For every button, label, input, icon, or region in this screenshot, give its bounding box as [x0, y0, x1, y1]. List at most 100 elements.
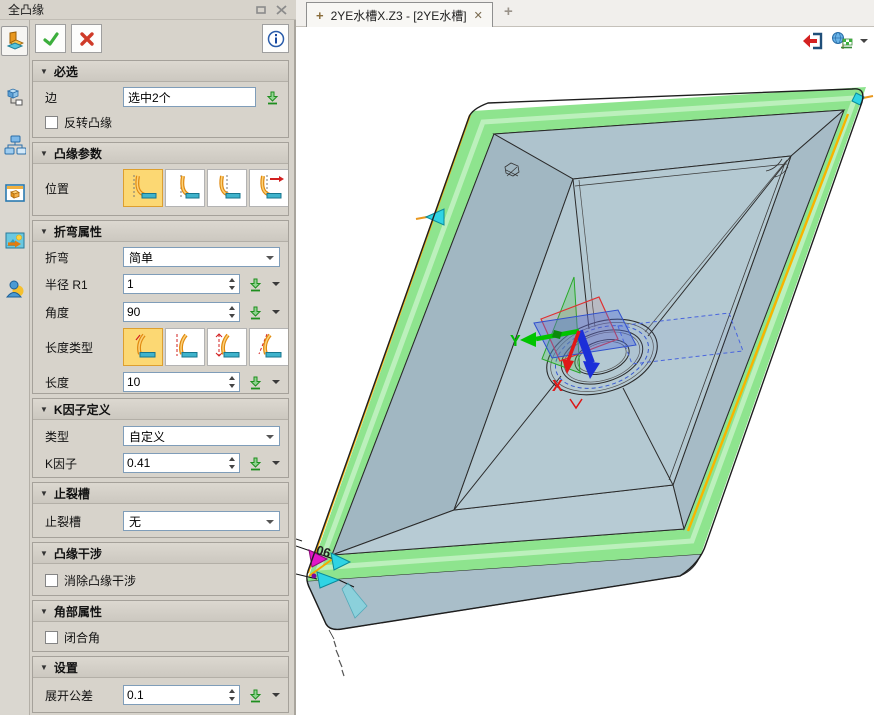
- angle-input[interactable]: [124, 303, 228, 321]
- relief-dropdown[interactable]: 无: [123, 511, 280, 531]
- radius-input[interactable]: [124, 275, 228, 293]
- section-flange-params-header[interactable]: ▼ 凸缘参数: [33, 143, 288, 164]
- length-type-label: 长度类型: [45, 339, 123, 356]
- k-factor-input[interactable]: [124, 454, 228, 472]
- spin-down-icon[interactable]: [225, 695, 238, 703]
- length-type-2-icon: [169, 332, 201, 362]
- k-type-label: 类型: [45, 428, 123, 445]
- model-viewport[interactable]: Y X 90: [296, 27, 874, 715]
- k-type-value: 自定义: [129, 428, 165, 445]
- chevron-down-icon[interactable]: [272, 693, 280, 697]
- section-flange-params: ▼凸缘参数 位置: [32, 142, 289, 216]
- reverse-flange-checkbox[interactable]: [45, 116, 58, 129]
- k-type-dropdown[interactable]: 自定义: [123, 426, 280, 446]
- flatten-tolerance-input[interactable]: [124, 686, 228, 704]
- position-option-1-button[interactable]: [123, 169, 163, 207]
- flatten-tolerance-stepper[interactable]: [123, 685, 240, 705]
- cancel-button[interactable]: [71, 24, 102, 53]
- spin-up-icon[interactable]: [225, 304, 238, 312]
- exit-environment-icon[interactable]: [802, 31, 824, 51]
- spin-up-icon[interactable]: [225, 276, 238, 284]
- sidebar-item-history-tree[interactable]: [1, 130, 28, 160]
- section-title: 凸缘参数: [54, 145, 102, 162]
- sidebar-item-user-role[interactable]: [1, 274, 28, 304]
- section-bend-props-header[interactable]: ▼折弯属性: [33, 221, 288, 242]
- sidebar-item-sheet-metal-flange[interactable]: [1, 26, 28, 56]
- import-value-icon[interactable]: [248, 277, 263, 292]
- position-option-2-button[interactable]: [165, 169, 205, 207]
- edge-selection-input[interactable]: [123, 87, 256, 107]
- import-selection-icon[interactable]: [265, 90, 280, 105]
- bend-label: 折弯: [45, 249, 123, 266]
- radius-label: 半径 R1: [45, 276, 123, 293]
- section-settings-header[interactable]: ▼设置: [33, 657, 288, 678]
- section-corner-header[interactable]: ▼角部属性: [33, 601, 288, 622]
- section-relief-header[interactable]: ▼止裂槽: [33, 483, 288, 504]
- new-tab-button[interactable]: +: [504, 3, 513, 20]
- flange-position-2-icon: [169, 173, 201, 203]
- flange-position-3-icon: [211, 173, 243, 203]
- section-settings: ▼设置 展开公差: [32, 656, 289, 713]
- length-type-1-button[interactable]: [123, 328, 163, 366]
- position-option-3-button[interactable]: [207, 169, 247, 207]
- sidebar-item-datum-browser[interactable]: [1, 82, 28, 112]
- spin-up-icon[interactable]: [225, 455, 238, 463]
- close-corner-checkbox[interactable]: [45, 631, 58, 644]
- section-required-header[interactable]: ▼必选: [33, 61, 288, 82]
- chevron-down-icon[interactable]: [272, 282, 280, 286]
- remove-interference-checkbox[interactable]: [45, 574, 58, 587]
- section-interference-header[interactable]: ▼凸缘干涉: [33, 543, 288, 564]
- import-value-icon[interactable]: [248, 305, 263, 320]
- length-type-3-button[interactable]: [207, 328, 247, 366]
- spin-down-icon[interactable]: [225, 463, 238, 471]
- collapse-icon: ▼: [40, 489, 48, 498]
- chevron-down-icon[interactable]: [272, 461, 280, 465]
- length-type-2-button[interactable]: [165, 328, 205, 366]
- tab-close-icon[interactable]: ✕: [474, 9, 483, 22]
- spin-up-icon[interactable]: [225, 687, 238, 695]
- collapse-icon: ▼: [40, 149, 48, 158]
- document-tabbar: + 2YE水槽X.Z3 - [2YE水槽] ✕ +: [296, 0, 874, 27]
- bend-type-dropdown[interactable]: 简单: [123, 247, 280, 267]
- close-corner-label: 闭合角: [64, 629, 100, 646]
- length-type-4-button[interactable]: [249, 328, 289, 366]
- model-canvas[interactable]: Y X 90: [296, 27, 874, 715]
- restore-icon[interactable]: [256, 5, 267, 15]
- chevron-down-icon[interactable]: [860, 39, 868, 43]
- spin-down-icon[interactable]: [225, 312, 238, 320]
- remove-interference-label: 消除凸缘干涉: [64, 572, 136, 589]
- tab-title: 2YE水槽X.Z3 - [2YE水槽]: [331, 7, 467, 24]
- length-stepper[interactable]: [123, 372, 240, 392]
- sidebar-item-visualization[interactable]: [1, 226, 28, 256]
- chevron-down-icon[interactable]: [272, 380, 280, 384]
- radius-stepper[interactable]: [123, 274, 240, 294]
- section-title: K因子定义: [54, 401, 111, 418]
- spin-up-icon[interactable]: [225, 374, 238, 382]
- close-icon[interactable]: [276, 5, 287, 15]
- import-value-icon[interactable]: [248, 456, 263, 471]
- spin-down-icon[interactable]: [225, 284, 238, 292]
- length-input[interactable]: [124, 373, 228, 391]
- collapse-icon: ▼: [40, 607, 48, 616]
- handle-anchor-dot: [312, 574, 317, 579]
- import-value-icon[interactable]: [248, 688, 263, 703]
- sidebar-item-view-window[interactable]: [1, 178, 28, 208]
- info-button[interactable]: [262, 24, 289, 53]
- spin-down-icon[interactable]: [225, 382, 238, 390]
- dialog-title: 全凸缘: [8, 1, 44, 18]
- reverse-flange-label: 反转凸缘: [64, 114, 112, 131]
- import-value-icon[interactable]: [248, 375, 263, 390]
- section-bend-props: ▼折弯属性 折弯 简单 半径 R1 角度 长度类型: [32, 220, 289, 394]
- document-tab-active[interactable]: + 2YE水槽X.Z3 - [2YE水槽] ✕: [306, 2, 493, 27]
- angle-stepper[interactable]: [123, 302, 240, 322]
- render-target-icon[interactable]: [830, 31, 854, 51]
- ok-button[interactable]: [35, 24, 66, 53]
- k-factor-label: K因子: [45, 455, 123, 472]
- flatten-tolerance-label: 展开公差: [45, 687, 123, 704]
- section-k-factor-header[interactable]: ▼K因子定义: [33, 399, 288, 420]
- section-required: ▼必选 边 反转凸缘: [32, 60, 289, 138]
- k-factor-stepper[interactable]: [123, 453, 240, 473]
- chevron-down-icon[interactable]: [272, 310, 280, 314]
- position-option-4-button[interactable]: [249, 169, 289, 207]
- dialog-titlebar[interactable]: 全凸缘: [0, 0, 296, 20]
